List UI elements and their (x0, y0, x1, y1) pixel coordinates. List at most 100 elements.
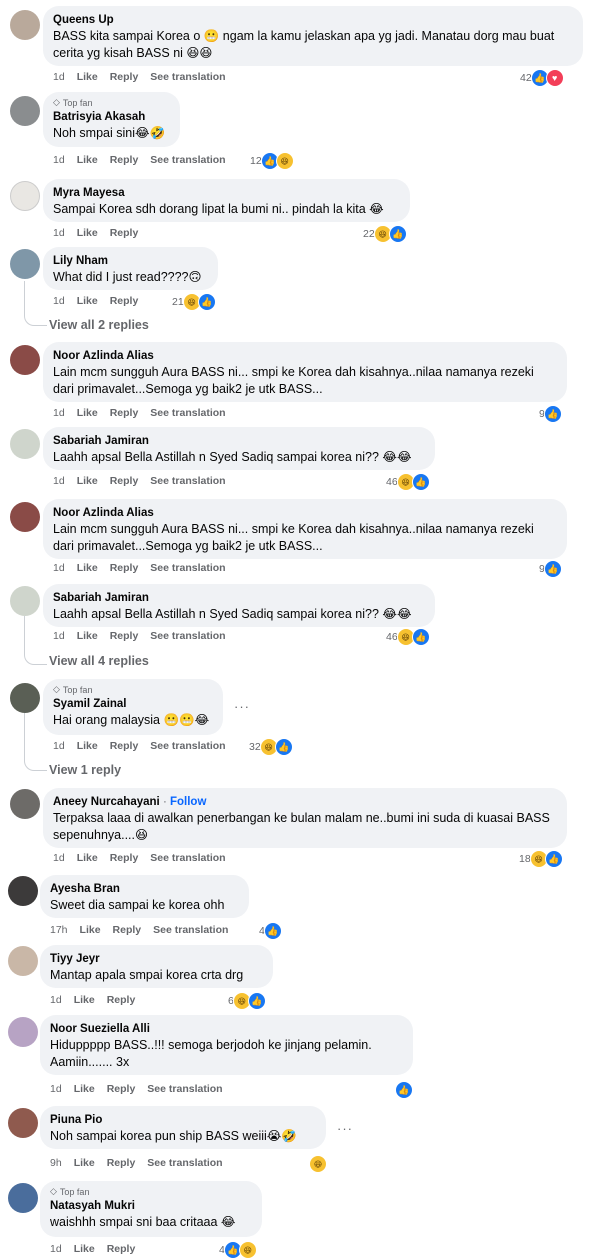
see-translation-link[interactable]: See translation (147, 1083, 222, 1095)
see-translation-link[interactable]: See translation (150, 630, 225, 642)
see-translation-link[interactable]: See translation (150, 852, 225, 864)
avatar[interactable] (10, 345, 40, 375)
like-button[interactable]: Like (77, 295, 98, 307)
see-translation-link[interactable]: See translation (150, 740, 225, 752)
avatar[interactable] (10, 10, 40, 40)
like-button[interactable]: Like (77, 562, 98, 574)
comment-time[interactable]: 1d (50, 994, 62, 1006)
view-replies-link[interactable]: View all 2 replies (49, 318, 149, 332)
see-translation-link[interactable]: See translation (150, 475, 225, 487)
reaction-summary[interactable]: 18 😆 👍 (519, 850, 563, 868)
comment-author[interactable]: Myra Mayesa (53, 186, 400, 201)
reply-button[interactable]: Reply (110, 475, 139, 487)
comment-time[interactable]: 1d (53, 475, 65, 487)
comment-author[interactable]: Tiyy Jeyr (50, 952, 263, 967)
reaction-summary[interactable]: 46 😆 👍 (386, 473, 430, 491)
avatar[interactable] (8, 876, 38, 906)
author-name[interactable]: Aneey Nurcahayani (53, 796, 160, 808)
avatar[interactable] (10, 181, 40, 211)
avatar[interactable] (10, 683, 40, 713)
reaction-summary[interactable]: 9 👍 (539, 405, 562, 423)
comment-author[interactable]: Lily Nham (53, 254, 208, 269)
like-button[interactable]: Like (77, 852, 98, 864)
comment-author[interactable]: Batrisyia Akasah (53, 110, 170, 125)
reply-button[interactable]: Reply (110, 407, 139, 419)
see-translation-link[interactable]: See translation (150, 71, 225, 83)
follow-button[interactable]: Follow (170, 796, 206, 808)
comment-author[interactable]: Syamil Zainal (53, 697, 213, 712)
reaction-summary[interactable]: 22 😆 👍 (363, 225, 407, 243)
reaction-summary[interactable]: 4 👍 (259, 922, 282, 940)
comment-time[interactable]: 9h (50, 1157, 62, 1169)
like-button[interactable]: Like (77, 154, 98, 166)
see-translation-link[interactable]: See translation (150, 407, 225, 419)
reply-button[interactable]: Reply (110, 71, 139, 83)
avatar[interactable] (8, 1017, 38, 1047)
reply-button[interactable]: Reply (110, 630, 139, 642)
comment-author[interactable]: Piuna Pio (50, 1113, 316, 1128)
avatar[interactable] (10, 429, 40, 459)
reaction-summary[interactable]: 21 😆 👍 (172, 293, 216, 311)
like-button[interactable]: Like (77, 407, 98, 419)
reply-button[interactable]: Reply (110, 740, 139, 752)
comment-time[interactable]: 1d (50, 1243, 62, 1255)
comment-author[interactable]: Ayesha Bran (50, 882, 239, 897)
reply-button[interactable]: Reply (107, 1157, 136, 1169)
reply-button[interactable]: Reply (107, 1083, 136, 1095)
more-options-icon[interactable]: ··· (337, 1121, 353, 1136)
like-button[interactable]: Like (77, 740, 98, 752)
comment-time[interactable]: 1d (53, 407, 65, 419)
reaction-summary[interactable]: 😆 (309, 1155, 327, 1173)
comment-author[interactable]: Noor Azlinda Alias (53, 349, 557, 364)
comment-author[interactable]: Natasyah Mukri (50, 1199, 252, 1214)
avatar[interactable] (8, 946, 38, 976)
comment-time[interactable]: 1d (53, 71, 65, 83)
like-button[interactable]: Like (77, 475, 98, 487)
reaction-summary[interactable]: 9 👍 (539, 560, 562, 578)
reply-button[interactable]: Reply (110, 154, 139, 166)
comment-time[interactable]: 1d (53, 630, 65, 642)
like-button[interactable]: Like (74, 994, 95, 1006)
reply-button[interactable]: Reply (110, 562, 139, 574)
reaction-summary[interactable]: 32 😆 👍 (249, 738, 293, 756)
see-translation-link[interactable]: See translation (150, 154, 225, 166)
like-button[interactable]: Like (77, 630, 98, 642)
like-button[interactable]: Like (80, 924, 101, 936)
comment-time[interactable]: 1d (53, 154, 65, 166)
see-translation-link[interactable]: See translation (153, 924, 228, 936)
like-button[interactable]: Like (74, 1243, 95, 1255)
view-replies-link[interactable]: View 1 reply (49, 763, 121, 777)
reply-button[interactable]: Reply (107, 994, 136, 1006)
comment-time[interactable]: 1d (50, 1083, 62, 1095)
avatar[interactable] (10, 789, 40, 819)
comment-author[interactable]: Sabariah Jamiran (53, 591, 425, 606)
reply-button[interactable]: Reply (113, 924, 142, 936)
reaction-summary[interactable]: 42 👍 ♥ (520, 69, 564, 87)
avatar[interactable] (10, 586, 40, 616)
reaction-summary[interactable]: 12 👍 😆 (250, 152, 294, 170)
like-button[interactable]: Like (77, 71, 98, 83)
comment-time[interactable]: 1d (53, 740, 65, 752)
reply-button[interactable]: Reply (110, 295, 139, 307)
reply-button[interactable]: Reply (110, 227, 139, 239)
see-translation-link[interactable]: See translation (150, 562, 225, 574)
avatar[interactable] (10, 249, 40, 279)
reaction-summary[interactable]: 👍 (395, 1081, 413, 1099)
comment-author[interactable]: Aneey Nurcahayani · Follow (53, 795, 557, 810)
avatar[interactable] (8, 1108, 38, 1138)
avatar[interactable] (8, 1183, 38, 1213)
view-replies-link[interactable]: View all 4 replies (49, 654, 149, 668)
comment-author[interactable]: Queens Up (53, 13, 573, 28)
comment-author[interactable]: Noor Azlinda Alias (53, 506, 557, 521)
comment-time[interactable]: 1d (53, 295, 65, 307)
comment-time[interactable]: 17h (50, 924, 68, 936)
comment-time[interactable]: 1d (53, 852, 65, 864)
comment-time[interactable]: 1d (53, 562, 65, 574)
more-options-icon[interactable]: ··· (234, 699, 250, 714)
like-button[interactable]: Like (74, 1083, 95, 1095)
avatar[interactable] (10, 502, 40, 532)
like-button[interactable]: Like (74, 1157, 95, 1169)
see-translation-link[interactable]: See translation (147, 1157, 222, 1169)
reaction-summary[interactable]: 6 😆 👍 (228, 992, 266, 1010)
reply-button[interactable]: Reply (107, 1243, 136, 1255)
